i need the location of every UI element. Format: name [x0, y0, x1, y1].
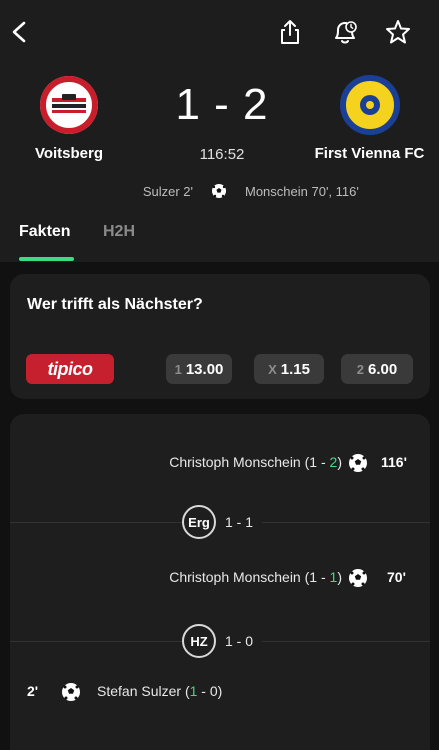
away-team-crest[interactable] [339, 74, 401, 136]
soccer-ball-icon [61, 682, 81, 702]
event-goal-away[interactable]: Christoph Monschein (1 - 1) 70' [10, 566, 430, 590]
tipico-logo[interactable]: tipico [26, 354, 114, 384]
home-team-name[interactable]: Voitsberg [0, 145, 138, 162]
soccer-ball-icon [348, 568, 368, 588]
odds-key: X [268, 361, 277, 377]
goal-description: Christoph Monschein (1 - 2) [169, 454, 342, 470]
active-tab-indicator [19, 257, 74, 261]
event-goal-away[interactable]: Christoph Monschein (1 - 2) 116' [10, 451, 430, 475]
away-scorers: Monschein 70', 116' [245, 184, 359, 199]
home-team-crest[interactable] [38, 74, 100, 136]
odds-draw-button[interactable]: X 1.15 [254, 354, 324, 384]
score-home: 1 [309, 569, 318, 585]
goal-minute: 70' [387, 569, 406, 585]
soccer-ball-icon [348, 453, 368, 473]
back-icon[interactable] [2, 14, 38, 50]
goal-description: Christoph Monschein (1 - 1) [169, 569, 342, 585]
goal-description: Stefan Sulzer (1 - 0) [97, 683, 223, 699]
divider-line [10, 522, 182, 523]
match-header: Voitsberg First Vienna FC 1 - 2 116:52 S… [0, 0, 439, 262]
match-events-card: Christoph Monschein (1 - 2) 116' Erg 1 -… [10, 414, 430, 750]
event-goal-home[interactable]: 2' Stefan Sulzer (1 - 0) [10, 680, 430, 704]
goal-minute: 2' [27, 683, 39, 699]
half-time-badge: HZ [182, 624, 216, 658]
tab-h2h[interactable]: H2H [103, 223, 135, 241]
match-clock: 116:52 [199, 146, 245, 163]
tab-fakten[interactable]: Fakten [19, 223, 71, 241]
odds-value: 13.00 [185, 360, 224, 378]
odds-value: 6.00 [368, 360, 398, 378]
extra-time-score: 1 - 1 [225, 514, 254, 530]
odds-title: Wer trifft als Nächster? [27, 296, 203, 313]
favorite-star-icon[interactable] [380, 14, 416, 50]
extra-time-badge: Erg [182, 505, 216, 539]
match-score: 1 - 2 [175, 80, 269, 129]
notification-bell-icon[interactable] [327, 14, 363, 50]
odds-value: 1.15 [280, 360, 310, 378]
odds-home-button[interactable]: 1 13.00 [166, 354, 232, 384]
away-team-name[interactable]: First Vienna FC [300, 145, 439, 162]
scorer-name: Christoph Monschein [169, 454, 301, 470]
half-time-score: 1 - 0 [225, 633, 254, 649]
odds-key: 1 [174, 361, 182, 377]
score-home: 1 [309, 454, 318, 470]
score-home: 1 [189, 683, 198, 699]
home-scorers: Sulzer 2' [142, 184, 193, 199]
next-scorer-odds-card: Wer trifft als Nächster? tipico 1 13.00 … [10, 274, 430, 399]
share-icon[interactable] [272, 14, 308, 50]
goal-minute: 116' [381, 454, 407, 470]
scorer-name: Stefan Sulzer [97, 683, 182, 699]
odds-key: 2 [356, 361, 365, 377]
soccer-ball-icon [211, 183, 227, 199]
odds-away-button[interactable]: 2 6.00 [341, 354, 413, 384]
scorer-name: Christoph Monschein [169, 569, 301, 585]
divider-line [262, 641, 430, 642]
score-away: 0 [209, 683, 218, 699]
divider-line [10, 641, 182, 642]
score-away: 2 [329, 454, 338, 470]
score-away: 1 [329, 569, 338, 585]
divider-line [262, 522, 430, 523]
